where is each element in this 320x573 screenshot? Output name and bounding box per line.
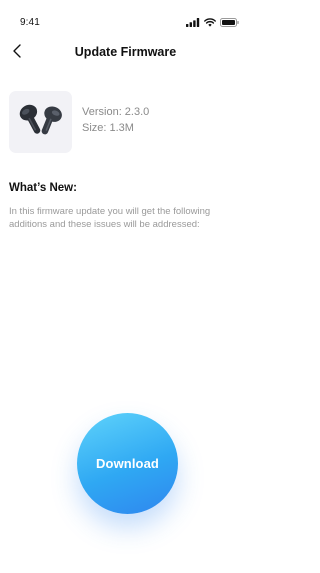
wifi-icon (204, 18, 216, 27)
firmware-size: Size: 1.3M (82, 122, 134, 134)
download-button[interactable]: Download (77, 413, 178, 514)
status-time: 9:41 (20, 17, 40, 28)
status-icons (186, 18, 239, 27)
battery-icon (220, 18, 239, 27)
download-area: Download (77, 413, 178, 514)
product-meta: Version: 2.3.0 Size: 1.3M (82, 104, 149, 136)
product-info: Version: 2.3.0 Size: 1.3M (9, 91, 244, 153)
signal-icon (186, 18, 200, 27)
status-bar: 9:41 (0, 0, 251, 40)
whats-new-heading: What’s New: (9, 182, 77, 194)
earbuds-image (9, 91, 72, 153)
firmware-version: Version: 2.3.0 (82, 106, 150, 118)
page-title: Update Firmware (74, 45, 177, 59)
whats-new-description: In this firmware update you will get the… (9, 206, 211, 230)
download-button-label: Download (96, 456, 159, 471)
nav-bar: Update Firmware (0, 40, 251, 68)
